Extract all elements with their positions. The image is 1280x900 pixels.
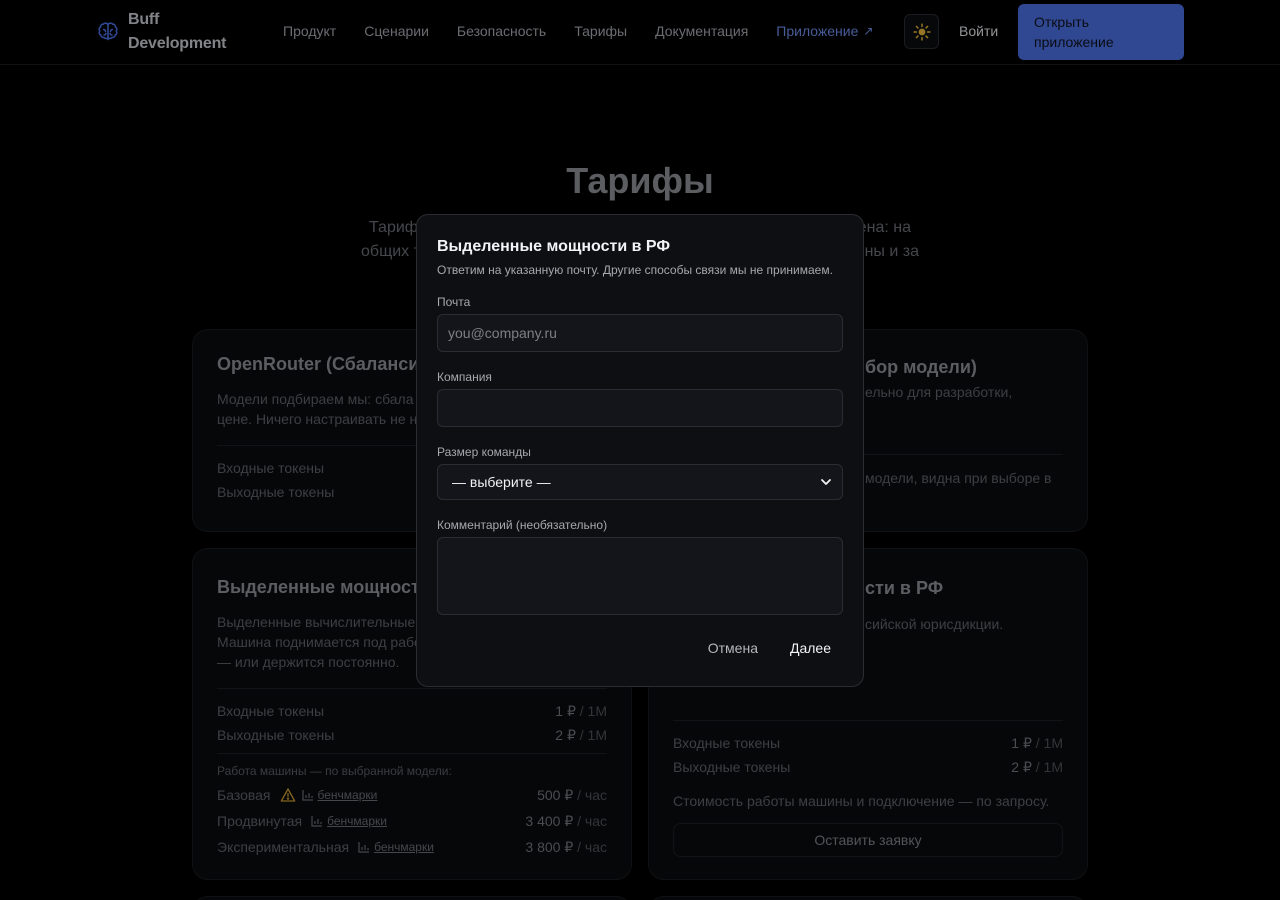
comment-textarea[interactable] bbox=[437, 537, 843, 615]
team-size-selected: — выберите — bbox=[452, 474, 551, 490]
cancel-button[interactable]: Отмена bbox=[696, 636, 770, 660]
team-size-select[interactable]: — выберите — bbox=[437, 464, 843, 500]
request-modal: Выделенные мощности в РФ Ответим на указ… bbox=[416, 214, 864, 687]
team-size-label: Размер команды bbox=[437, 445, 531, 459]
comment-label: Комментарий (необязательно) bbox=[437, 518, 608, 532]
company-field[interactable] bbox=[437, 389, 843, 427]
next-button[interactable]: Далее bbox=[778, 636, 843, 660]
modal-hint: Ответим на указанную почту. Другие спосо… bbox=[437, 263, 833, 277]
email-label: Почта bbox=[437, 295, 471, 309]
company-label: Компания bbox=[437, 370, 492, 384]
chevron-down-icon bbox=[821, 479, 831, 485]
modal-title: Выделенные мощности в РФ bbox=[437, 238, 670, 255]
email-field[interactable] bbox=[437, 314, 843, 352]
modal-actions: Отмена Далее bbox=[696, 636, 843, 660]
